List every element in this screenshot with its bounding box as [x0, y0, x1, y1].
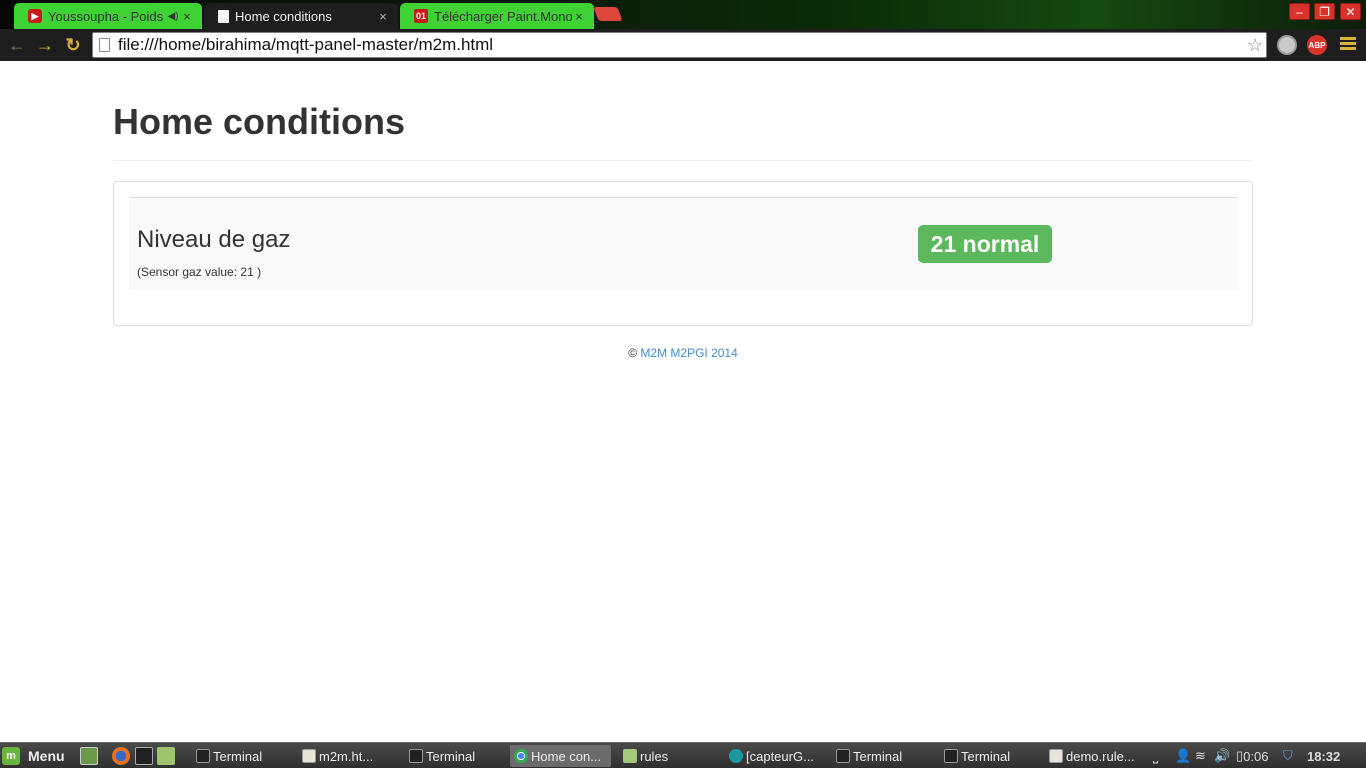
task-label: Terminal [961, 748, 1011, 764]
taskbar: m Menu Terminal m2m.ht... Terminal Home … [0, 742, 1366, 768]
close-button[interactable]: ✕ [1340, 3, 1361, 20]
speaker-icon: ◀) [167, 10, 179, 22]
tab-strip: ▶ Youssoupha - Poids P ◀) × Home conditi… [0, 0, 1366, 29]
title-divider [113, 160, 1253, 161]
tab-close-button[interactable]: × [180, 9, 194, 24]
task-terminal-4[interactable]: Terminal [940, 745, 1040, 767]
task-terminal-1[interactable]: Terminal [192, 745, 292, 767]
page-icon [218, 9, 229, 23]
task-label: Terminal [853, 748, 903, 764]
status-badge: 21 normal [918, 225, 1052, 263]
page-title: Home conditions [113, 101, 406, 142]
terminal-launcher-icon[interactable] [135, 747, 153, 765]
volume-icon[interactable]: 🔊 [1214, 747, 1230, 765]
shield-extension-icon[interactable] [1277, 35, 1297, 55]
arduino-icon [729, 749, 743, 763]
task-home-conditions[interactable]: Home con... [510, 745, 611, 767]
forward-icon[interactable]: → [35, 35, 55, 55]
clock[interactable]: 18:32 [1307, 747, 1340, 765]
folder-icon [623, 749, 637, 763]
terminal-icon [409, 749, 423, 763]
sensor-detail: (Sensor gaz value: 21 ) [137, 265, 262, 279]
show-desktop-icon[interactable] [80, 747, 98, 765]
task-label: Terminal [213, 748, 263, 764]
firefox-icon[interactable] [112, 747, 130, 765]
task-label: demo.rule... [1066, 748, 1135, 764]
browser-toolbar: ← → ↻ file:///home/birahima/mqtt-panel-m… [0, 29, 1366, 61]
update-shield-icon[interactable]: ⛉ [1283, 747, 1293, 765]
keyboard-icon[interactable]: ⎵ [1153, 747, 1158, 765]
tab-title: Home conditions [235, 8, 332, 24]
footer: © M2M M2PGI 2014 [113, 346, 1253, 360]
menu-button[interactable]: m Menu [2, 745, 65, 767]
battery-time: 0:06 [1243, 748, 1269, 764]
tab-title: Youssoupha - Poids P [48, 8, 166, 24]
footer-link[interactable]: M2M M2PGI 2014 [640, 346, 737, 360]
tab-title: Télécharger Paint.Mono [434, 8, 572, 24]
task-arduino[interactable]: [capteurG... [725, 745, 825, 767]
task-label: m2m.ht... [319, 748, 374, 764]
terminal-icon [836, 749, 850, 763]
menu-label: Menu [28, 748, 65, 764]
address-bar[interactable]: file:///home/birahima/mqtt-panel-master/… [92, 32, 1267, 58]
task-label: rules [640, 748, 669, 764]
maximize-button[interactable]: ❐ [1314, 3, 1335, 20]
battery-icon: ▯ [1236, 748, 1244, 763]
page-icon [99, 38, 110, 52]
back-icon[interactable]: ← [7, 35, 27, 55]
text-editor-icon [1049, 749, 1063, 763]
tab-close-button[interactable]: × [572, 9, 586, 24]
new-tab-button[interactable] [593, 7, 623, 21]
battery-indicator[interactable]: ▯ 0:06 [1236, 747, 1268, 765]
bookmark-star-icon[interactable]: ☆ [1244, 35, 1266, 56]
task-label: Terminal [426, 748, 476, 764]
copyright-symbol: © [628, 346, 638, 360]
text-editor-icon [302, 749, 316, 763]
tab-home-conditions[interactable]: Home conditions × [204, 3, 398, 29]
terminal-icon [944, 749, 958, 763]
page-content: Home conditions Niveau de gaz (Sensor ga… [0, 61, 1366, 742]
minimize-button[interactable]: – [1289, 3, 1310, 20]
01net-icon: 01 [414, 9, 428, 23]
terminal-icon [196, 749, 210, 763]
adblock-plus-icon[interactable]: ABP [1307, 35, 1327, 55]
browser-menu-icon[interactable] [1340, 37, 1356, 53]
tab-youssoupha[interactable]: ▶ Youssoupha - Poids P ◀) × [14, 3, 202, 29]
task-label: Home con... [531, 748, 602, 764]
tab-close-button[interactable]: × [376, 9, 390, 24]
task-rules[interactable]: rules [619, 745, 719, 767]
mint-logo-icon: m [2, 747, 20, 765]
task-terminal-3[interactable]: Terminal [832, 745, 932, 767]
sensor-name: Niveau de gaz [137, 226, 291, 253]
task-m2m-html[interactable]: m2m.ht... [298, 745, 398, 767]
reload-icon[interactable]: ↻ [63, 35, 83, 55]
files-launcher-icon[interactable] [157, 747, 175, 765]
wifi-icon[interactable]: ≋ [1195, 747, 1206, 765]
youtube-icon: ▶ [28, 9, 42, 23]
sensor-panel: Niveau de gaz (Sensor gaz value: 21 ) 21… [113, 181, 1253, 326]
sensor-row: Niveau de gaz (Sensor gaz value: 21 ) 21… [129, 197, 1238, 290]
task-terminal-2[interactable]: Terminal [405, 745, 505, 767]
url-text[interactable]: file:///home/birahima/mqtt-panel-master/… [118, 35, 1244, 55]
chrome-icon [514, 749, 528, 763]
user-icon[interactable]: 👤 [1175, 747, 1191, 765]
task-label: [capteurG... [746, 748, 814, 764]
task-demo-rule[interactable]: demo.rule... [1045, 745, 1145, 767]
tab-telecharger[interactable]: 01 Télécharger Paint.Mono × [400, 3, 594, 29]
